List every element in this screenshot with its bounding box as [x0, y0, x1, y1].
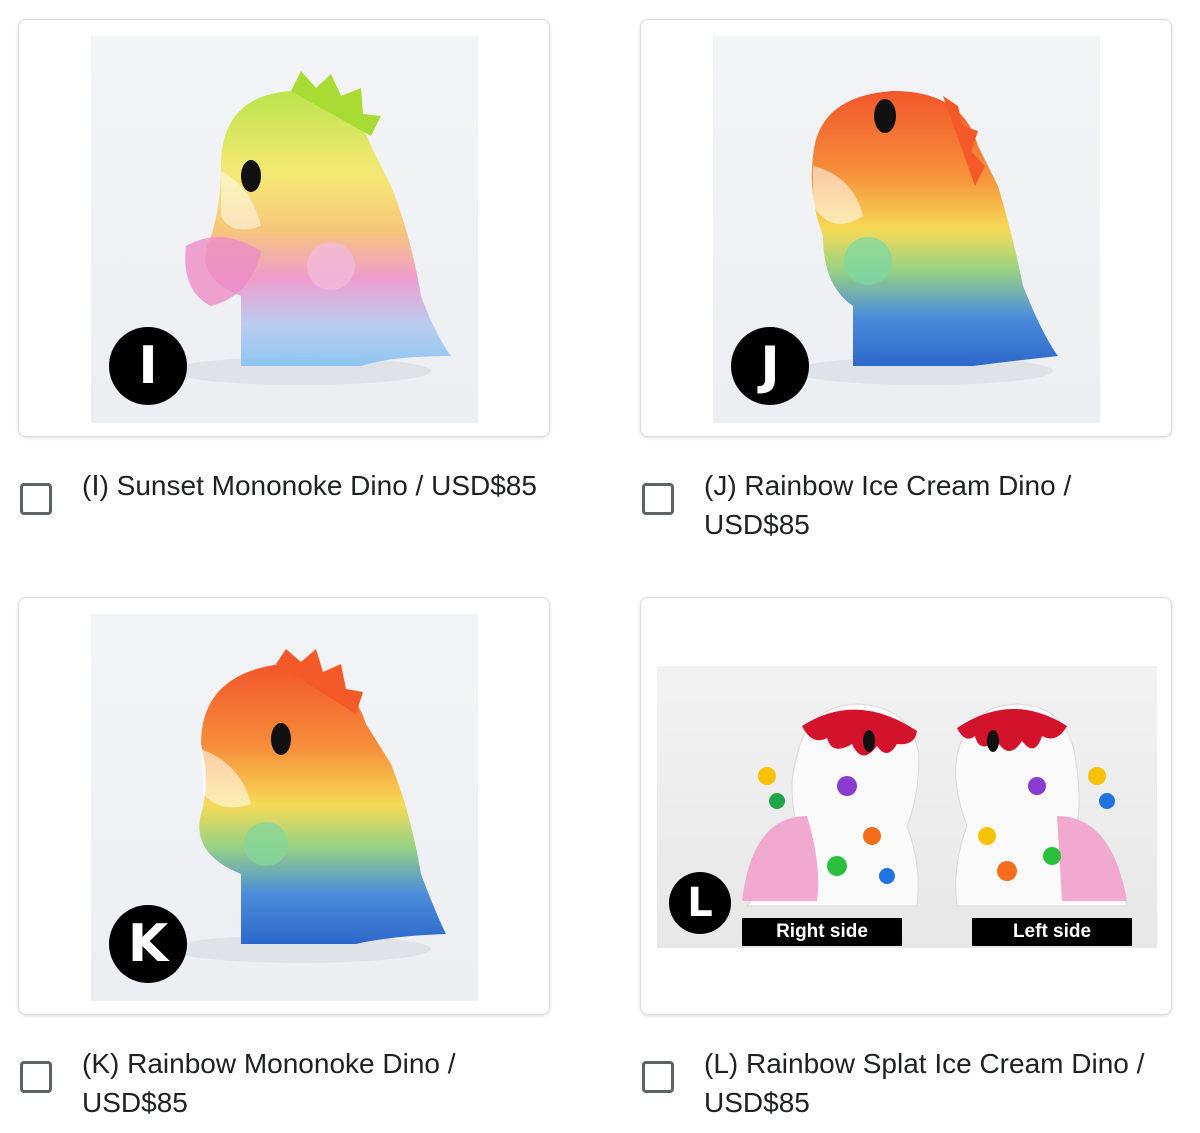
product-photo: L Right side Left side: [657, 666, 1157, 948]
option-row[interactable]: (K) Rainbow Mononoke Dino / USD$85: [18, 1044, 552, 1124]
product-photo: J: [713, 36, 1100, 423]
image-card: I: [18, 19, 550, 437]
option-row[interactable]: (Ⅰ) Sunset Mononoke Dino / USD$85: [18, 466, 552, 546]
left-side-label: Left side: [972, 918, 1132, 946]
option-label: (J) Rainbow Ice Cream Dino / USD$85: [704, 470, 1072, 540]
option-badge: K: [109, 905, 187, 983]
option-badge: L: [669, 872, 731, 934]
splat-dino-figures-icon: [742, 703, 1128, 907]
option-checkbox[interactable]: [642, 1061, 674, 1093]
option-checkbox[interactable]: [20, 1061, 52, 1093]
option-row[interactable]: (J) Rainbow Ice Cream Dino / USD$85: [640, 466, 1174, 546]
product-photo: K: [91, 614, 478, 1001]
image-card: J: [640, 19, 1172, 437]
option-badge: J: [731, 327, 809, 405]
option-label: (L) Rainbow Splat Ice Cream Dino / USD$8…: [704, 1048, 1145, 1118]
image-card: L Right side Left side: [640, 597, 1172, 1015]
option-label: (Ⅰ) Sunset Mononoke Dino / USD$85: [82, 470, 537, 501]
right-side-label: Right side: [742, 918, 902, 946]
option-label: (K) Rainbow Mononoke Dino / USD$85: [82, 1048, 456, 1118]
option-checkbox[interactable]: [20, 483, 52, 515]
option-badge: I: [109, 327, 187, 405]
product-photo: I: [91, 36, 478, 423]
option-row[interactable]: (L) Rainbow Splat Ice Cream Dino / USD$8…: [640, 1044, 1174, 1124]
image-card: K: [18, 597, 550, 1015]
option-checkbox[interactable]: [642, 483, 674, 515]
